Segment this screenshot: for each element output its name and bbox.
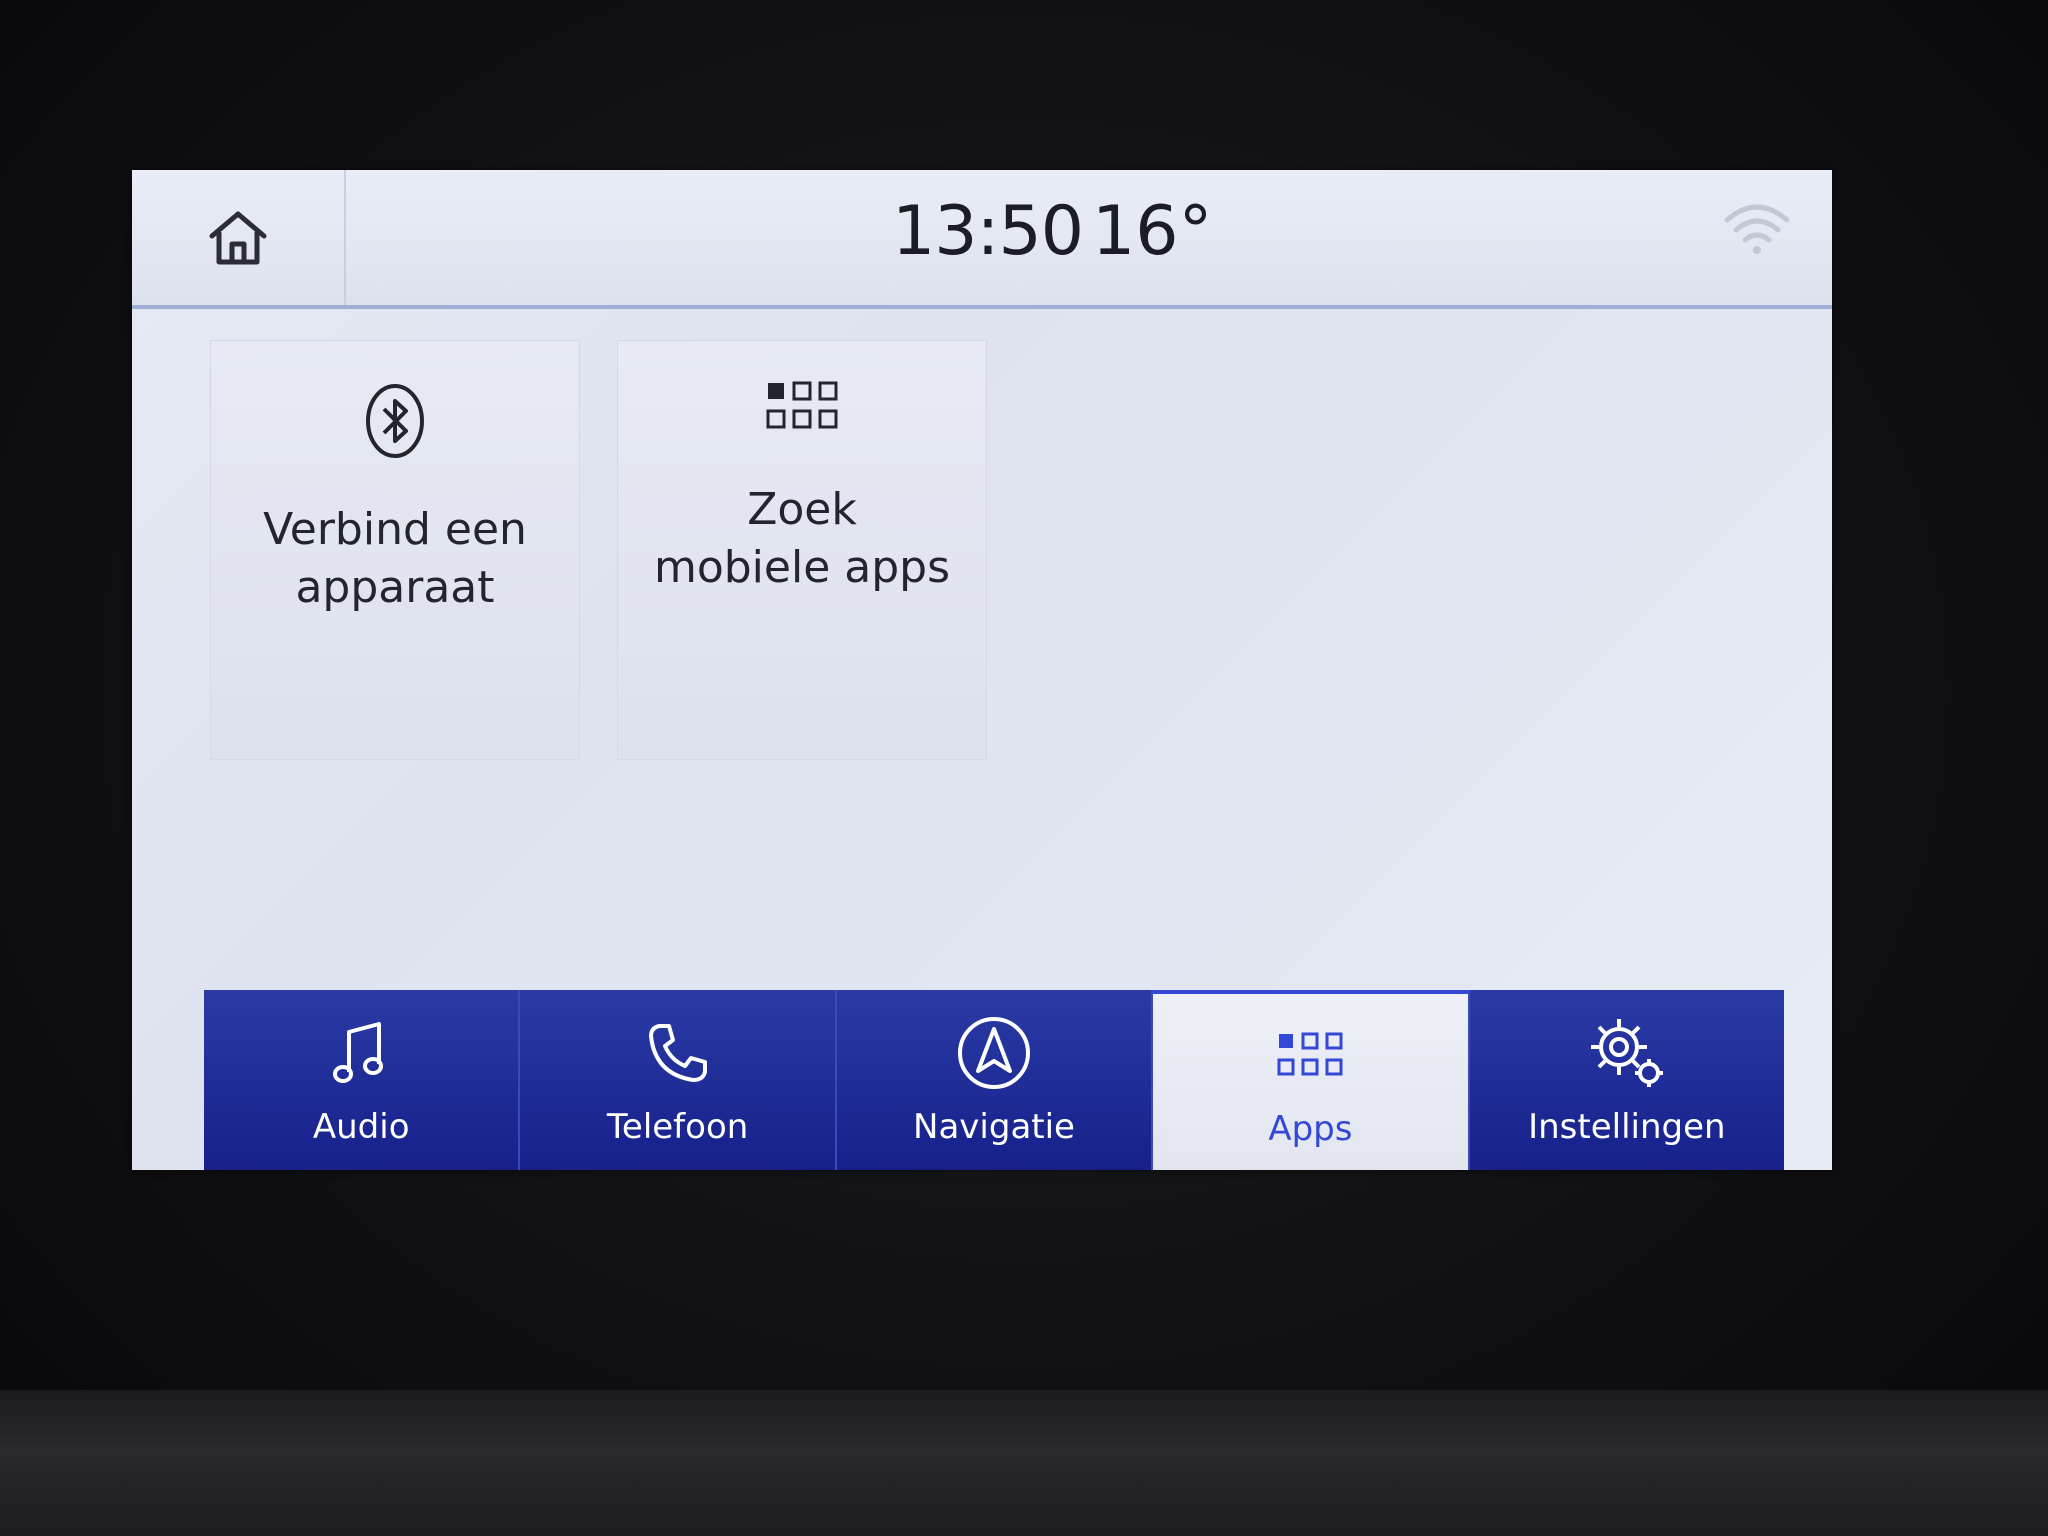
tile-label-line1: Zoek: [747, 484, 857, 535]
bottom-nav-bar: Audio Telefoon Navigatie Apps Instelling…: [204, 990, 1784, 1170]
nav-label: Telefoon: [606, 1107, 749, 1147]
tile-label-line1: Verbind een: [263, 504, 527, 555]
nav-label: Audio: [312, 1107, 410, 1147]
connect-device-tile[interactable]: Verbind een apparaat: [210, 340, 580, 760]
phone-icon: [648, 1024, 707, 1082]
music-note-icon: [333, 1022, 384, 1083]
nav-apps[interactable]: Apps: [1153, 990, 1470, 1170]
tile-label-line2: mobiele apps: [653, 542, 951, 593]
home-button[interactable]: [132, 170, 346, 305]
status-bar: 13:50 16°: [132, 170, 1832, 309]
infotainment-screen: 13:50 16° Verbind een apparaat Zoek mobi…: [132, 170, 1832, 1170]
nav-label: Apps: [1268, 1109, 1353, 1149]
nav-label: Navigatie: [913, 1107, 1075, 1147]
clock: 13:50: [892, 192, 1084, 271]
apps-grid-icon: [766, 381, 838, 429]
nav-navigatie[interactable]: Navigatie: [837, 990, 1154, 1170]
find-mobile-apps-tile[interactable]: Zoek mobiele apps: [617, 340, 987, 760]
dashboard-trim: [0, 1390, 2048, 1536]
nav-instellingen[interactable]: Instellingen: [1470, 990, 1784, 1170]
nav-label: Instellingen: [1528, 1107, 1726, 1147]
navigation-icon: [958, 1017, 1031, 1089]
outside-temperature: 16°: [1092, 192, 1213, 271]
tile-label-line2: apparaat: [295, 562, 495, 613]
gear-icon: [1590, 1019, 1663, 1087]
nav-audio[interactable]: Audio: [204, 990, 521, 1170]
nav-telefoon[interactable]: Telefoon: [520, 990, 837, 1170]
home-icon: [209, 211, 267, 264]
apps-grid-icon: [1277, 1032, 1343, 1076]
bluetooth-icon: [366, 384, 424, 458]
wifi-icon: [1724, 204, 1790, 254]
